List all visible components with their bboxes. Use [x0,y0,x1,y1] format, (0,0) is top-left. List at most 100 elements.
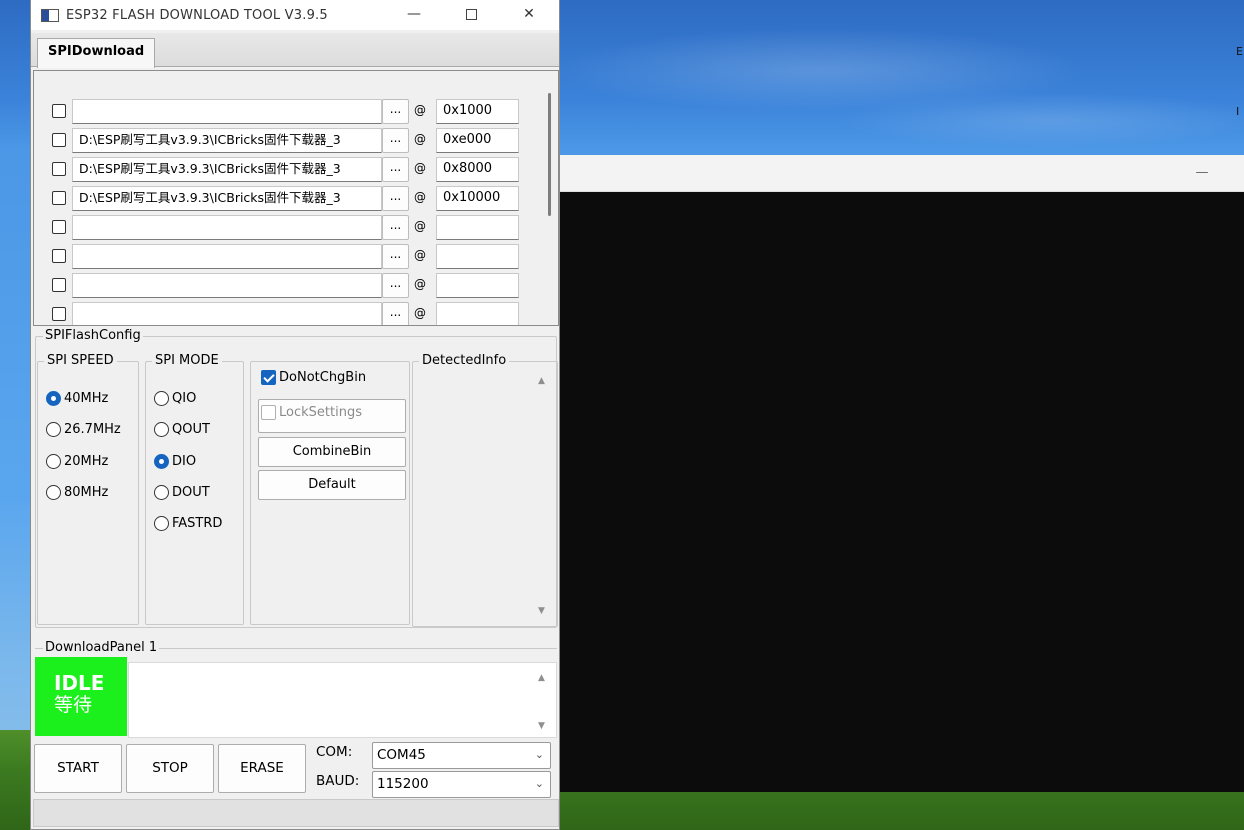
flash-tool-window: ESP32 FLASH DOWNLOAD TOOL V3.9.5 — ✕ SPI… [30,0,560,830]
address-input[interactable]: 0x1000 [436,99,519,124]
file-path-input[interactable]: D:\ESP刷写工具v3.9.3\ICBricks固件下载器_3 [72,128,382,153]
file-row: ... @ 0x1000 [34,97,554,125]
browse-button[interactable]: ... [382,244,409,269]
file-row: ... @ [34,271,554,299]
maximize-button[interactable] [448,0,494,30]
default-button[interactable]: Default [258,470,406,500]
terminal-window[interactable]: — [560,155,1244,792]
browse-button[interactable]: ... [382,157,409,182]
status-text-en: IDLE [54,671,105,695]
address-input[interactable]: 0x8000 [436,157,519,182]
radio-icon [46,421,61,437]
baud-select[interactable]: 115200 ⌄ [372,771,551,798]
browse-button[interactable]: ... [382,186,409,211]
radio-icon [154,421,169,437]
radio-qout[interactable]: QOUT [154,419,210,439]
status-bar [33,799,559,827]
browse-button[interactable]: ... [382,99,409,124]
com-value: COM45 [377,747,426,763]
close-button[interactable]: ✕ [506,0,552,30]
file-checkbox[interactable] [52,278,66,292]
com-select[interactable]: COM45 ⌄ [372,742,551,769]
file-row: D:\ESP刷写工具v3.9.3\ICBricks固件下载器_3 ... @ 0… [34,155,554,183]
chevron-down-icon: ⌄ [534,748,544,761]
file-checkbox[interactable] [52,220,66,234]
at-sign: @ [414,190,426,204]
baud-label: BAUD: [316,773,360,789]
file-checkbox[interactable] [52,191,66,205]
stop-button[interactable]: STOP [126,744,214,793]
file-path-input[interactable] [72,273,382,298]
maximize-icon [465,8,477,20]
browse-button[interactable]: ... [382,273,409,298]
detected-info-title: DetectedInfo [419,353,510,369]
radio-icon [46,484,61,500]
checkbox-checked-icon [261,370,276,385]
radio-label: QOUT [172,421,210,437]
log-output[interactable]: ▲ ▼ [128,662,557,738]
lock-settings-checkbox[interactable]: LockSettings [258,399,406,433]
file-row: D:\ESP刷写工具v3.9.3\ICBricks固件下载器_3 ... @ 0… [34,184,554,212]
radio-qio[interactable]: QIO [154,388,196,408]
file-row: D:\ESP刷写工具v3.9.3\ICBricks固件下载器_3 ... @ 0… [34,126,554,154]
start-button[interactable]: START [34,744,122,793]
erase-button[interactable]: ERASE [218,744,306,793]
radio-dout[interactable]: DOUT [154,482,210,502]
file-list-panel: ... @ 0x1000 D:\ESP刷写工具v3.9.3\ICBricks固件… [33,70,559,326]
spi-speed-title: SPI SPEED [44,353,117,369]
do-not-chg-bin-checkbox[interactable]: DoNotChgBin [261,370,366,385]
tab-spidownload[interactable]: SPIDownload [37,38,156,68]
baud-value: 115200 [377,776,429,792]
scroll-down-icon[interactable]: ▼ [538,721,545,731]
minimize-button[interactable]: — [391,0,437,30]
file-path-input[interactable] [72,99,382,124]
at-sign: @ [414,132,426,146]
address-input[interactable] [436,273,519,298]
address-input[interactable] [436,302,519,325]
address-input[interactable] [436,244,519,269]
file-checkbox[interactable] [52,104,66,118]
file-row: ... @ [34,213,554,241]
radio-20mhz[interactable]: 20MHz [46,451,108,471]
file-checkbox[interactable] [52,249,66,263]
radio-40mhz[interactable]: 40MHz [46,388,108,408]
radio-dio[interactable]: DIO [154,451,196,471]
radio-label: 20MHz [64,453,109,469]
file-checkbox[interactable] [52,162,66,176]
browse-button[interactable]: ... [382,215,409,240]
radio-26-7mhz[interactable]: 26.7MHz [46,419,121,439]
file-path-input[interactable]: D:\ESP刷写工具v3.9.3\ICBricks固件下载器_3 [72,186,382,211]
radio-fastrd[interactable]: FASTRD [154,513,222,533]
file-path-input[interactable]: D:\ESP刷写工具v3.9.3\ICBricks固件下载器_3 [72,157,382,182]
browse-button[interactable]: ... [382,302,409,325]
radio-label: DOUT [172,484,210,500]
file-path-input[interactable] [72,244,382,269]
radio-80mhz[interactable]: 80MHz [46,482,108,502]
radio-label: QIO [172,390,197,406]
tab-strip: SPIDownload [31,33,559,68]
address-input[interactable] [436,215,519,240]
scroll-down-icon[interactable]: ▼ [538,606,545,616]
file-checkbox[interactable] [52,307,66,321]
radio-label: 26.7MHz [64,421,121,437]
radio-icon [154,484,169,500]
browse-button[interactable]: ... [382,128,409,153]
address-input[interactable]: 0x10000 [436,186,519,211]
terminal-titlebar[interactable]: — [560,155,1244,192]
checkbox-label: DoNotChgBin [279,370,367,385]
file-path-input[interactable] [72,215,382,240]
titlebar[interactable]: ESP32 FLASH DOWNLOAD TOOL V3.9.5 — ✕ [31,0,559,30]
radio-label: FASTRD [172,515,223,531]
radio-selected-icon [46,390,61,406]
file-list-scrollbar[interactable] [548,93,551,216]
terminal-minimize-button[interactable]: — [1188,163,1216,183]
address-input[interactable]: 0xe000 [436,128,519,153]
file-checkbox[interactable] [52,133,66,147]
scroll-up-icon[interactable]: ▲ [538,673,545,683]
app-icon [41,8,59,22]
scroll-up-icon[interactable]: ▲ [538,376,545,386]
spi-speed-group: SPI SPEED 40MHz 26.7MHz 20MHz 80MHz [37,353,139,625]
at-sign: @ [414,219,426,233]
combine-bin-button[interactable]: CombineBin [258,437,406,467]
file-path-input[interactable] [72,302,382,325]
